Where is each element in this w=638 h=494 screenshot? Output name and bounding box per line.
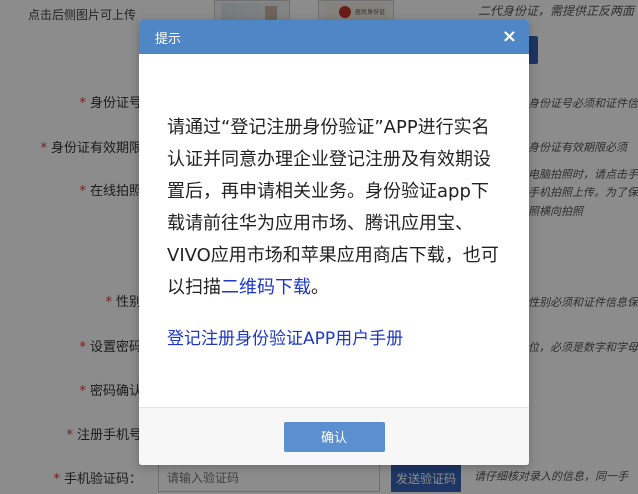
user-manual-link[interactable]: 登记注册身份验证APP用户手册 [167,324,501,349]
close-icon[interactable]: × [502,28,517,46]
dialog-message: 请通过“登记注册身份验证”APP进行实名认证并同意办理企业登记注册及有效期设置后… [167,112,501,304]
notice-dialog: 提示 × 请通过“登记注册身份验证”APP进行实名认证并同意办理企业登记注册及有… [139,20,529,465]
dialog-message-text: 请通过“登记注册身份验证”APP进行实名认证并同意办理企业登记注册及有效期设置后… [167,117,499,298]
dialog-header: 提示 × [139,20,529,54]
dialog-body: 请通过“登记注册身份验证”APP进行实名认证并同意办理企业登记注册及有效期设置后… [139,54,529,407]
dialog-footer: 确认 [139,407,529,465]
dialog-message-end: 。 [311,277,329,298]
confirm-button[interactable]: 确认 [283,421,385,452]
qr-code-download-link[interactable]: 二维码下载 [221,277,311,298]
dialog-title: 提示 [155,31,182,47]
